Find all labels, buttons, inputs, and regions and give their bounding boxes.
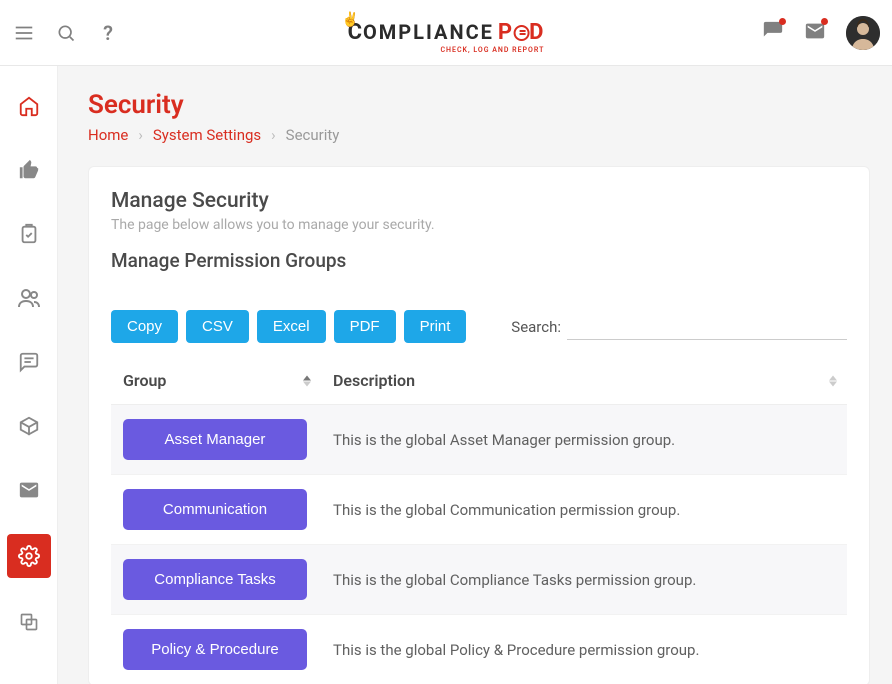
nav-comment-icon[interactable] [9, 342, 49, 382]
search-wrap: Search: [511, 313, 847, 340]
sidenav [0, 66, 58, 684]
nav-box-icon[interactable] [9, 406, 49, 446]
logo-tagline: CHECK, LOG AND REPORT [440, 46, 544, 54]
export-toolbar: Copy CSV Excel PDF Print Search: [111, 310, 847, 343]
csv-button[interactable]: CSV [186, 310, 249, 343]
table-row: Compliance Tasks This is the global Comp… [111, 545, 847, 615]
hamburger-menu-icon[interactable] [12, 21, 36, 45]
group-button[interactable]: Compliance Tasks [123, 559, 307, 600]
breadcrumb-home[interactable]: Home [88, 126, 128, 144]
nav-thumbs-up-icon[interactable] [9, 150, 49, 190]
col-header-description[interactable]: Description [321, 357, 847, 405]
chevron-right-icon: › [138, 126, 143, 144]
permission-groups-table: Group Description [111, 357, 847, 684]
logo-o-icon [513, 25, 529, 41]
nav-home-icon[interactable] [9, 86, 49, 126]
logo-main-text: OMPLIANCE [363, 20, 494, 44]
card-title: Manage Security [111, 189, 847, 213]
section-title: Manage Permission Groups [111, 249, 847, 272]
breadcrumb-current: Security [286, 126, 340, 144]
search-label: Search: [511, 318, 561, 336]
excel-button[interactable]: Excel [257, 310, 326, 343]
row-description: This is the global Communication permiss… [321, 475, 847, 545]
messages-icon[interactable] [762, 20, 784, 46]
content: Security Home › System Settings › Securi… [58, 66, 892, 684]
nav-copy-icon[interactable] [9, 602, 49, 642]
logo-c: C✌ [348, 20, 363, 45]
row-description: This is the global Compliance Tasks perm… [321, 545, 847, 615]
row-description: This is the global Asset Manager permiss… [321, 405, 847, 475]
sort-icon [829, 375, 837, 386]
mail-notification-dot [821, 18, 828, 25]
col-header-group[interactable]: Group [111, 357, 321, 405]
pdf-button[interactable]: PDF [334, 310, 396, 343]
topbar-left: ? [12, 21, 120, 45]
breadcrumb: Home › System Settings › Security [88, 126, 870, 144]
nav-settings-icon[interactable] [7, 534, 51, 578]
col-header-description-label: Description [333, 371, 415, 390]
card-subtitle: The page below allows you to manage your… [111, 217, 847, 233]
table-row: Communication This is the global Communi… [111, 475, 847, 545]
group-button[interactable]: Policy & Procedure [123, 629, 307, 670]
messages-notification-dot [779, 18, 786, 25]
brand-logo[interactable]: C✌ OMPLIANCE P D CHECK, LOG AND REPORT [348, 20, 545, 45]
group-button[interactable]: Asset Manager [123, 419, 307, 460]
nav-users-icon[interactable] [9, 278, 49, 318]
topbar-right [762, 16, 880, 50]
breadcrumb-settings[interactable]: System Settings [153, 126, 261, 144]
mail-icon[interactable] [804, 20, 826, 46]
user-avatar[interactable] [846, 16, 880, 50]
col-header-group-label: Group [123, 371, 166, 390]
nav-clipboard-icon[interactable] [9, 214, 49, 254]
group-button[interactable]: Communication [123, 489, 307, 530]
sort-icon [303, 375, 311, 386]
page-title: Security [88, 90, 870, 120]
topbar: ? C✌ OMPLIANCE P D CHECK, LOG AND REPORT [0, 0, 892, 66]
logo-d: D [529, 20, 544, 45]
row-description: This is the global Policy & Procedure pe… [321, 615, 847, 684]
copy-button[interactable]: Copy [111, 310, 178, 343]
table-row: Asset Manager This is the global Asset M… [111, 405, 847, 475]
search-icon[interactable] [54, 21, 78, 45]
print-button[interactable]: Print [404, 310, 467, 343]
help-icon[interactable]: ? [96, 21, 120, 45]
table-row: Policy & Procedure This is the global Po… [111, 615, 847, 684]
chevron-right-icon: › [271, 126, 276, 144]
search-input[interactable] [567, 313, 847, 340]
logo-p: P [498, 20, 513, 45]
nav-envelope-icon[interactable] [9, 470, 49, 510]
security-card: Manage Security The page below allows yo… [88, 166, 870, 684]
